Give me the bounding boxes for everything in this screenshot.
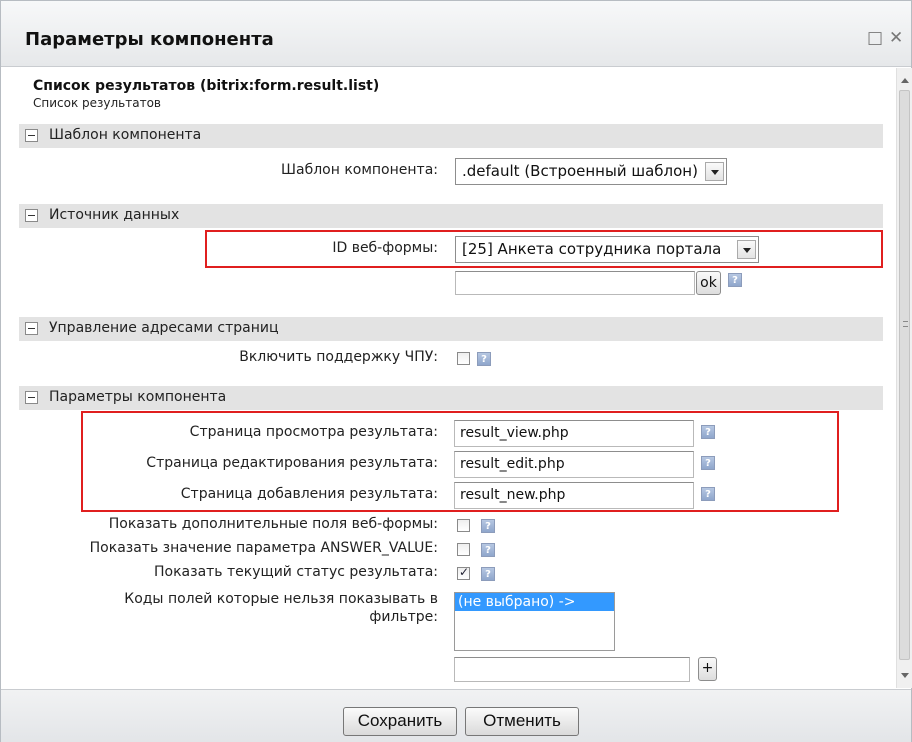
help-icon[interactable]: ? <box>701 456 715 470</box>
filter-codes-label-line1: Коды полей которые нельзя показывать в <box>124 591 438 607</box>
webform-id-select[interactable]: [25] Анкета сотрудника портала <box>455 236 759 263</box>
sef-label: Включить поддержку ЧПУ: <box>239 349 438 365</box>
component-params-dialog: Параметры компонента □ ✕ Список результа… <box>0 0 912 742</box>
collapse-icon[interactable] <box>25 129 38 142</box>
view-page-label: Страница просмотра результата: <box>189 424 438 440</box>
help-icon[interactable]: ? <box>701 425 715 439</box>
show-status-label: Показать текущий статус результата: <box>154 564 438 580</box>
help-icon[interactable]: ? <box>481 519 495 533</box>
save-button[interactable]: Сохранить <box>343 707 457 736</box>
dropdown-arrow-icon[interactable] <box>705 162 724 181</box>
filter-codes-listbox[interactable]: (не выбрано) -> <box>454 592 615 651</box>
section-label: Управление адресами страниц <box>49 320 279 336</box>
collapse-icon[interactable] <box>25 322 38 335</box>
scroll-up-icon[interactable] <box>901 78 909 83</box>
maximize-icon[interactable]: □ <box>867 28 883 48</box>
component-subtitle: Список результатов <box>33 96 161 110</box>
show-status-checkbox[interactable] <box>457 565 470 580</box>
view-page-input[interactable]: result_view.php <box>454 420 694 447</box>
edit-page-input[interactable]: result_edit.php <box>454 451 694 478</box>
webform-id-select-value: [25] Анкета сотрудника портала <box>462 240 722 258</box>
help-icon[interactable]: ? <box>728 273 742 287</box>
grip-icon <box>903 321 908 327</box>
template-label: Шаблон компонента: <box>281 162 438 178</box>
new-page-input[interactable]: result_new.php <box>454 482 694 509</box>
dropdown-arrow-icon[interactable] <box>737 240 756 259</box>
scrollbar-thumb[interactable] <box>899 90 910 660</box>
scroll-down-icon[interactable] <box>901 673 909 678</box>
new-page-label: Страница добавления результата: <box>180 486 438 502</box>
filter-codes-option[interactable]: (не выбрано) -> <box>455 593 614 611</box>
dialog-title: Параметры компонента <box>25 29 274 50</box>
edit-page-label: Страница редактирования результата: <box>146 455 438 471</box>
section-label: Шаблон компонента <box>49 127 202 143</box>
webform-id-extra-input[interactable] <box>455 271 695 295</box>
dialog-footer: Сохранить Отменить <box>1 689 911 742</box>
section-url-management[interactable]: Управление адресами страниц <box>19 317 883 341</box>
section-data-source[interactable]: Источник данных <box>19 204 883 228</box>
template-select-value: .default (Встроенный шаблон) <box>462 162 698 180</box>
help-icon[interactable]: ? <box>477 352 491 366</box>
add-field-button[interactable]: + <box>698 657 717 681</box>
template-select[interactable]: .default (Встроенный шаблон) <box>455 158 727 185</box>
help-icon[interactable]: ? <box>481 567 495 581</box>
show-answer-checkbox[interactable] <box>457 543 470 556</box>
filter-codes-label-line2: фильтре: <box>369 609 438 625</box>
vertical-scrollbar[interactable] <box>896 68 912 688</box>
dialog-titlebar[interactable]: Параметры компонента □ ✕ <box>1 1 911 67</box>
dialog-content: Список результатов (bitrix:form.result.l… <box>1 68 896 688</box>
webform-id-label: ID веб-формы: <box>332 240 438 256</box>
show-answer-label: Показать значение параметра ANSWER_VALUE… <box>89 540 438 556</box>
show-additional-label: Показать дополнительные поля веб-формы: <box>108 516 438 532</box>
filter-codes-add-input[interactable] <box>454 657 690 682</box>
section-component-params[interactable]: Параметры компонента <box>19 386 883 410</box>
ok-button[interactable]: ok <box>696 271 721 295</box>
section-label: Источник данных <box>49 207 180 223</box>
close-icon[interactable]: ✕ <box>889 28 903 48</box>
cancel-button[interactable]: Отменить <box>465 707 579 736</box>
collapse-icon[interactable] <box>25 391 38 404</box>
component-title: Список результатов (bitrix:form.result.l… <box>33 78 380 94</box>
show-additional-checkbox[interactable] <box>457 519 470 532</box>
help-icon[interactable]: ? <box>481 543 495 557</box>
section-template[interactable]: Шаблон компонента <box>19 124 883 148</box>
sef-checkbox[interactable] <box>457 352 470 365</box>
collapse-icon[interactable] <box>25 209 38 222</box>
help-icon[interactable]: ? <box>701 487 715 501</box>
section-label: Параметры компонента <box>49 389 227 405</box>
